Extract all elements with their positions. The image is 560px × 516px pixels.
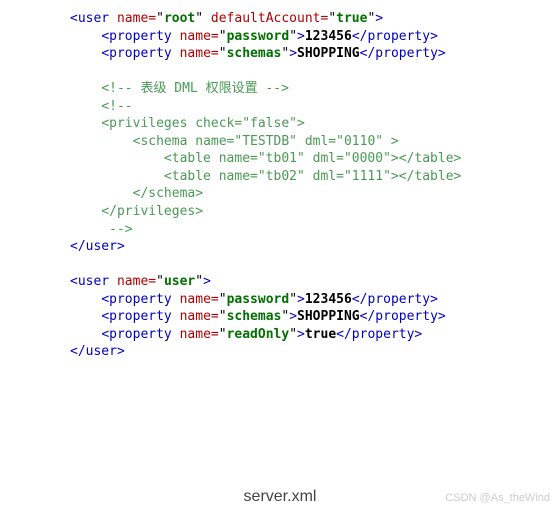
u2p0-val: 123456 <box>305 292 352 307</box>
t1-name: tb02 <box>266 169 297 184</box>
u2p2-name: readOnly <box>227 327 290 342</box>
u2p1-val: SHOPPING <box>297 309 360 324</box>
user1-name: root <box>164 11 195 26</box>
u2p0-name: password <box>227 292 290 307</box>
priv-check: false <box>250 116 289 131</box>
t0-name: tb01 <box>266 151 297 166</box>
u2p1-name: schemas <box>227 309 282 324</box>
user2-name: user <box>164 274 195 289</box>
t1-dml: 1111 <box>352 169 383 184</box>
watermark: CSDN @As_theWind <box>445 491 550 506</box>
schema-dml: 0110 <box>344 134 375 149</box>
user1-default: true <box>336 11 367 26</box>
comment-title: 表级 DML 权限设置 <box>140 81 257 96</box>
u1p0-val: 123456 <box>305 29 352 44</box>
code-block: <user name="root" defaultAccount="true">… <box>70 10 560 361</box>
u1p1-name: schemas <box>227 46 282 61</box>
u2p2-val: true <box>305 327 336 342</box>
schema-name: TESTDB <box>242 134 289 149</box>
u1p0-name: password <box>227 29 290 44</box>
t0-dml: 0000 <box>352 151 383 166</box>
u1p1-val: SHOPPING <box>297 46 360 61</box>
